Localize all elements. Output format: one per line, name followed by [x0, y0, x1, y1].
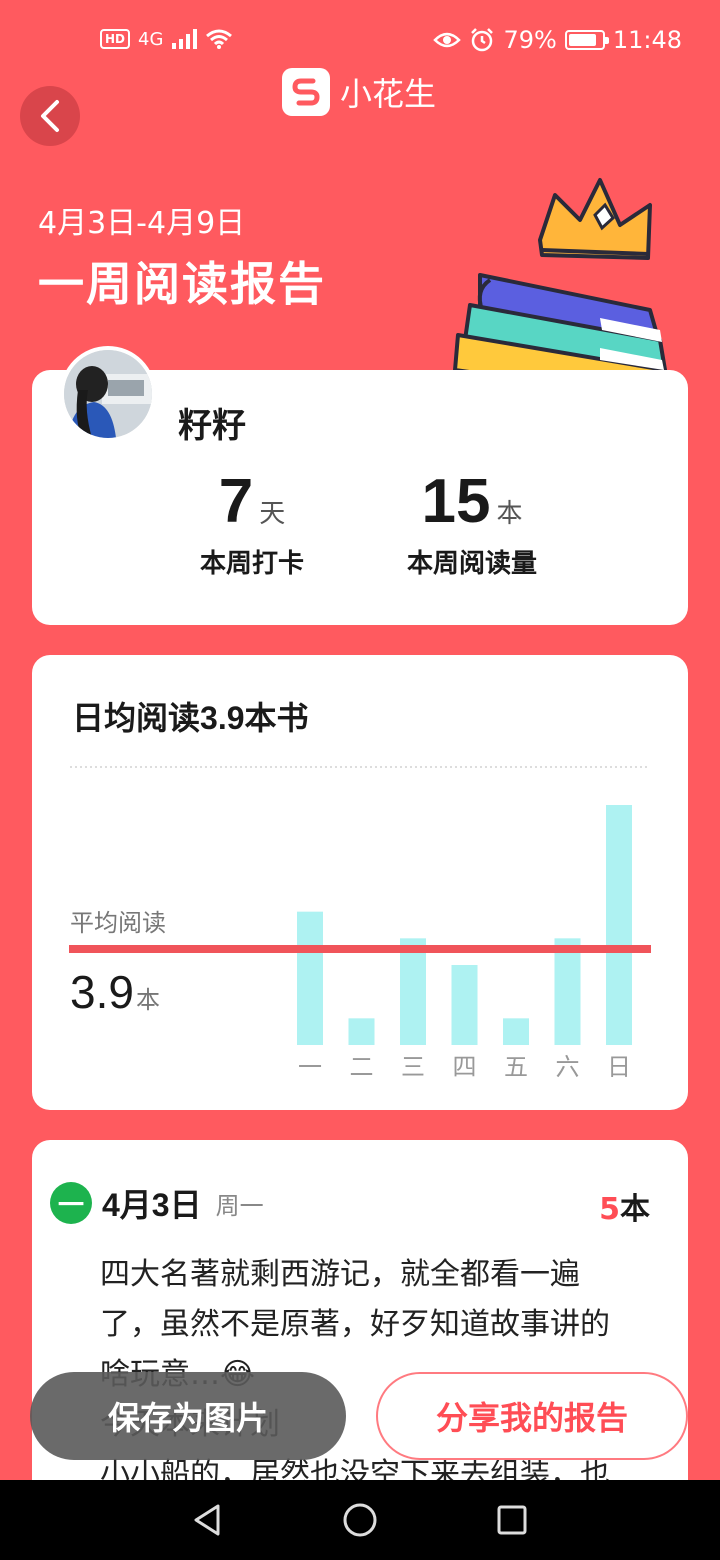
app-logo-icon	[282, 68, 330, 116]
books-read-stat: 15 本 本周阅读量	[382, 466, 562, 580]
hd-badge: HD	[100, 29, 131, 49]
chevron-left-icon	[41, 100, 59, 132]
chart-x-tick-label: 一	[298, 1053, 322, 1081]
diary-date: 4月3日	[102, 1187, 202, 1223]
chart-bar	[606, 805, 632, 1045]
report-title: 一周阅读报告	[38, 257, 326, 311]
battery-percent: 79%	[503, 26, 557, 54]
battery-icon	[564, 30, 609, 50]
status-right: 79% 11:48	[433, 26, 682, 54]
diary-header: 一 4月3日 周一	[50, 1180, 264, 1226]
average-unit: 本	[135, 987, 160, 1014]
diary-count-value: 5	[599, 1192, 620, 1227]
status-left: HD 4G	[100, 28, 233, 50]
checkin-stat: 7天 本周打卡	[162, 466, 342, 580]
diary-line: 四大名著就剩西游记，就全都看一遍	[100, 1257, 580, 1292]
chart-bar	[503, 1018, 529, 1045]
books-read-unit: 本	[496, 499, 523, 529]
checkin-label: 本周打卡	[199, 549, 304, 579]
diary-count-unit: 本	[620, 1192, 650, 1227]
signal-icon	[172, 29, 198, 49]
chart-x-tick-label: 六	[556, 1053, 580, 1081]
chart-bar	[348, 1018, 375, 1045]
diary-book-count: 5本	[599, 1184, 650, 1228]
books-crown-illustration	[453, 178, 668, 370]
back-button[interactable]	[20, 86, 80, 146]
user-name: 籽籽	[178, 406, 246, 446]
clock: 11:48	[612, 26, 682, 54]
eye-icon	[433, 32, 462, 48]
chart-x-tick-label: 二	[350, 1053, 374, 1081]
weekday-badge: 一	[50, 1182, 92, 1224]
diary-weekday: 周一	[215, 1191, 264, 1220]
wifi-icon	[206, 29, 233, 49]
home-circle-icon[interactable]	[340, 1500, 380, 1540]
chart-x-tick-label: 五	[504, 1053, 528, 1081]
chart-bar	[451, 965, 478, 1045]
chart-bar	[297, 911, 323, 1045]
alarm-icon	[471, 28, 494, 52]
network-label: 4G	[138, 28, 164, 50]
share-report-button[interactable]: 分享我的报告	[376, 1372, 688, 1460]
chart-x-tick-label: 三	[401, 1053, 425, 1081]
user-summary-card: 籽籽 7天 本周打卡 15 本 本周阅读量	[32, 346, 688, 625]
books-read-label: 本周阅读量	[406, 549, 537, 579]
books-read-value: 15	[421, 467, 491, 536]
average-value-block: 3.9本	[70, 965, 160, 1019]
diary-line: 了，虽然不是原著，好歹知道故事讲的	[100, 1307, 610, 1342]
checkin-days-value: 7	[218, 467, 254, 536]
chart-bar	[400, 938, 426, 1045]
chart-bar	[554, 938, 581, 1045]
chart-x-tick-label: 日	[607, 1053, 631, 1081]
avatar[interactable]	[60, 346, 156, 442]
chart-x-tick-label: 四	[453, 1053, 477, 1081]
daily-average-card: 日均阅读3.9本书 一二三四五六日 平均阅读 3.9本	[32, 655, 688, 1110]
back-triangle-icon[interactable]	[188, 1500, 228, 1540]
app-brand: 小花生	[282, 68, 436, 116]
average-label: 平均阅读	[70, 909, 166, 937]
report-date-range: 4月3日-4月9日	[38, 206, 246, 241]
average-value: 3.9	[70, 966, 134, 1018]
system-nav-bar	[0, 1480, 720, 1560]
recents-square-icon[interactable]	[492, 1500, 532, 1540]
save-as-image-button[interactable]: 保存为图片	[30, 1372, 346, 1460]
checkin-days-unit: 天	[259, 499, 286, 529]
daily-reading-chart: 一二三四五六日	[69, 766, 651, 1081]
app-name: 小花生	[340, 75, 437, 113]
